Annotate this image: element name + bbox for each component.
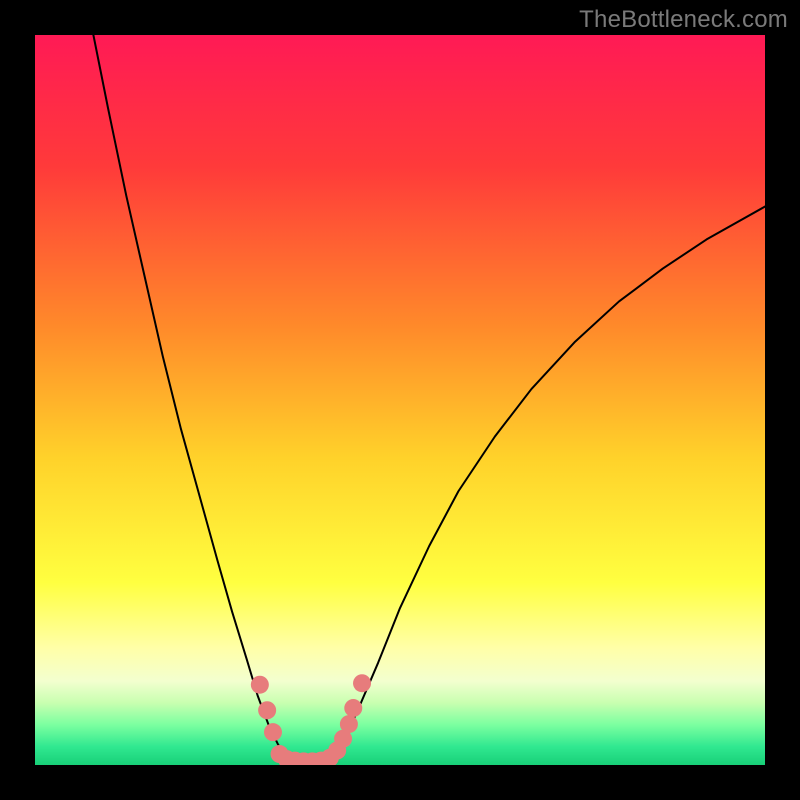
chart-svg (35, 35, 765, 765)
overlay-dot (340, 715, 358, 733)
overlay-dot (251, 676, 269, 694)
overlay-dot (258, 701, 276, 719)
overlay-dot (344, 699, 362, 717)
plot-area (35, 35, 765, 765)
gradient-background (35, 35, 765, 765)
watermark-text: TheBottleneck.com (579, 6, 788, 34)
chart-frame: TheBottleneck.com (0, 0, 800, 800)
overlay-dot (264, 723, 282, 741)
overlay-dot (353, 674, 371, 692)
